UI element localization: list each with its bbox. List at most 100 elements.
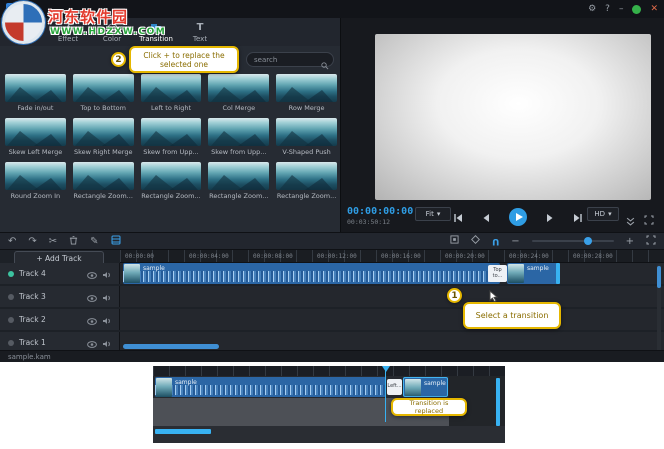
playhead-pin[interactable] bbox=[382, 366, 390, 372]
audio-video-clip[interactable]: sample bbox=[123, 263, 500, 284]
track-header[interactable]: Track 4 bbox=[0, 263, 120, 284]
magnet-snap-icon[interactable]: U bbox=[492, 236, 499, 246]
transition-item[interactable]: Row Merge bbox=[276, 74, 337, 112]
redo-icon[interactable]: ↷ bbox=[28, 236, 36, 247]
timeline-toolbar: ↶ ↷ ✂ ✎ U − + bbox=[0, 232, 664, 250]
track-header[interactable]: Track 2 bbox=[0, 309, 120, 330]
snippet-vertical-scrollbar[interactable] bbox=[496, 378, 500, 426]
eye-icon[interactable] bbox=[87, 264, 97, 283]
speaker-icon[interactable] bbox=[102, 264, 111, 283]
timeline-ruler[interactable]: 00:00:00 00:00:04:00 00:00:08:00 00:00:1… bbox=[120, 250, 664, 263]
minimize-icon[interactable]: – bbox=[619, 5, 624, 14]
video-clip[interactable]: sample bbox=[507, 263, 559, 284]
track-lane[interactable] bbox=[120, 286, 664, 307]
track-name: Track 2 bbox=[19, 315, 82, 324]
step-1-badge: 1 bbox=[447, 288, 462, 303]
transition-thumbnail bbox=[5, 162, 66, 190]
snapshot-icon[interactable] bbox=[450, 235, 459, 247]
transition-item[interactable]: Rectangle Zoom... bbox=[208, 162, 269, 200]
transition-thumbnail bbox=[5, 118, 66, 146]
split-scissors-icon[interactable]: ✂ bbox=[49, 236, 57, 247]
eye-icon[interactable] bbox=[87, 287, 97, 306]
screenshot-root: P ☰ ⚙ ? – ✕ Effect Color bbox=[0, 0, 664, 449]
previous-frame-button[interactable] bbox=[482, 208, 490, 227]
transition-item[interactable]: Rectangle Zoom... bbox=[276, 162, 337, 200]
snippet-ruler bbox=[153, 366, 505, 376]
transition-item[interactable]: Col Merge bbox=[208, 74, 269, 112]
quality-dropdown-label: HD bbox=[594, 210, 605, 218]
transition-item[interactable]: Round Zoom In bbox=[5, 162, 66, 200]
transition-label: Rectangle Zoom... bbox=[276, 192, 337, 200]
transition-thumbnail bbox=[276, 74, 337, 102]
speaker-icon[interactable] bbox=[102, 310, 111, 329]
collapse-preview-icon[interactable] bbox=[626, 211, 635, 230]
transition-item[interactable]: Left to Right bbox=[141, 74, 202, 112]
ruler-label: 00:00:16:00 bbox=[381, 253, 421, 260]
next-frame-button[interactable] bbox=[546, 208, 554, 227]
watermark-site-name: 河东软件园 bbox=[48, 6, 128, 27]
transition-item[interactable]: Skew from Upp... bbox=[141, 118, 202, 156]
speaker-icon[interactable] bbox=[102, 287, 111, 306]
search-icon bbox=[321, 55, 329, 74]
transition-label: Rectangle Zoom... bbox=[208, 192, 269, 200]
transition-item[interactable]: Fade in/out bbox=[5, 74, 66, 112]
transition-item[interactable]: V-Shaped Push bbox=[276, 118, 337, 156]
horizontal-scrollbar[interactable] bbox=[123, 344, 219, 349]
transition-grid: Fade in/out Top to Bottom Left to Right … bbox=[5, 74, 337, 200]
delete-trash-icon[interactable] bbox=[69, 235, 78, 248]
transition-item[interactable]: Skew Right Merge bbox=[73, 118, 134, 156]
transition-clip[interactable]: Left... bbox=[387, 379, 402, 395]
clip-thumbnail bbox=[508, 264, 524, 283]
transition-clip[interactable]: Top to... bbox=[488, 265, 507, 282]
track-row: Track 4 sample Top to... bbox=[0, 263, 664, 284]
play-button[interactable] bbox=[509, 208, 527, 226]
transition-item[interactable]: Top to Bottom bbox=[73, 74, 134, 112]
skip-start-button[interactable] bbox=[453, 208, 463, 227]
track-manager-icon[interactable] bbox=[111, 235, 121, 248]
fullscreen-icon[interactable] bbox=[644, 210, 654, 229]
track-lane[interactable] bbox=[120, 309, 664, 330]
gear-icon[interactable]: ⚙ bbox=[588, 5, 596, 14]
close-icon[interactable]: ✕ bbox=[650, 5, 658, 14]
update-icon[interactable] bbox=[632, 5, 641, 14]
track-row: Track 2 bbox=[0, 309, 664, 330]
eye-icon[interactable] bbox=[87, 310, 97, 329]
tab-text[interactable]: T Text bbox=[178, 22, 222, 43]
ruler-label: 00:00:24:00 bbox=[509, 253, 549, 260]
transition-label: Rectangle Zoom... bbox=[141, 192, 202, 200]
transition-thumbnail bbox=[73, 118, 134, 146]
ruler-label: 00:00:20:00 bbox=[445, 253, 485, 260]
track-header[interactable]: Track 3 bbox=[0, 286, 120, 307]
undo-icon[interactable]: ↶ bbox=[8, 236, 16, 247]
zoom-out-icon[interactable]: − bbox=[511, 236, 519, 247]
fit-dropdown[interactable]: Fit ▾ bbox=[415, 207, 451, 221]
zoom-slider[interactable] bbox=[532, 240, 614, 242]
audio-video-clip[interactable]: sample bbox=[155, 377, 386, 397]
clip-label: sample bbox=[175, 379, 197, 386]
zoom-slider-handle[interactable] bbox=[584, 237, 592, 245]
zoom-in-icon[interactable]: + bbox=[626, 236, 634, 247]
vertical-scrollbar-thumb[interactable] bbox=[657, 266, 661, 288]
video-clip-selected[interactable]: sample bbox=[403, 377, 448, 397]
ruler-label: 00:00:00 bbox=[125, 253, 154, 260]
track-lane[interactable]: sample Top to... sample bbox=[120, 263, 664, 284]
transition-clip-label: Left... bbox=[387, 384, 401, 390]
transition-thumbnail bbox=[141, 162, 202, 190]
transition-item[interactable]: Skew Left Merge bbox=[5, 118, 66, 156]
transition-thumbnail bbox=[73, 74, 134, 102]
clip-thumbnail bbox=[156, 378, 172, 397]
project-filename: sample.kam bbox=[8, 353, 51, 361]
transition-label: Round Zoom In bbox=[5, 192, 66, 200]
zoom-fit-icon[interactable] bbox=[646, 235, 656, 248]
transition-thumbnail bbox=[276, 162, 337, 190]
snippet-horizontal-scrollbar[interactable] bbox=[155, 429, 211, 434]
quality-dropdown[interactable]: HD ▾ bbox=[587, 207, 619, 221]
clip-trim-handle[interactable] bbox=[556, 263, 560, 284]
marker-icon[interactable] bbox=[471, 235, 480, 247]
transition-item[interactable]: Skew from Upp... bbox=[208, 118, 269, 156]
edit-pencil-icon[interactable]: ✎ bbox=[90, 236, 98, 247]
transition-item[interactable]: Rectangle Zoom... bbox=[73, 162, 134, 200]
help-icon[interactable]: ? bbox=[605, 5, 610, 14]
skip-end-button[interactable] bbox=[573, 208, 583, 227]
transition-item[interactable]: Rectangle Zoom... bbox=[141, 162, 202, 200]
